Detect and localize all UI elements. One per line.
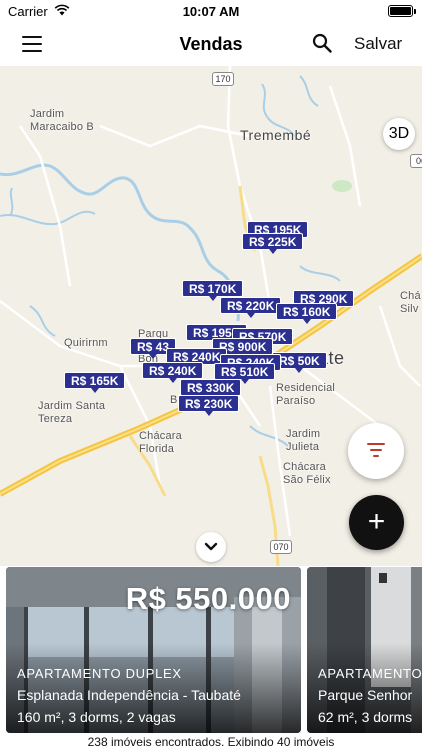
route-marker: 06 (410, 154, 422, 168)
listing-type: APARTAMENTO DUPLEX (17, 666, 182, 681)
battery-icon (388, 5, 416, 17)
price-pin[interactable]: R$ 240K (142, 362, 204, 383)
price-pin[interactable]: R$ 510K (214, 363, 276, 384)
place-label: Chácara Florida (139, 430, 182, 455)
price-pin[interactable]: R$ 170K (182, 280, 244, 301)
navigation-bar: Vendas Salvar (0, 22, 422, 66)
save-button[interactable]: Salvar (354, 34, 402, 54)
place-label: Jardim Julieta (286, 428, 321, 453)
place-label: Quirirnm (64, 337, 108, 349)
place-label: Residencial Paraíso (276, 382, 336, 407)
listing-specs: 62 m², 3 dorms (318, 709, 413, 725)
filter-button[interactable] (348, 423, 404, 479)
route-marker: 070 (270, 540, 292, 554)
place-label: Chácara São Félix (283, 461, 331, 486)
listing-carousel[interactable]: R$ 550.000 APARTAMENTO DUPLEX Esplanada … (0, 566, 422, 734)
price-pin[interactable]: R$ 160K (276, 303, 338, 324)
search-icon[interactable] (312, 33, 332, 53)
map-view[interactable]: Jardim Maracaibo B Tremembé Quirirnm Parq… (0, 66, 422, 566)
listing-card[interactable]: R$ 550.000 APARTAMENTO DUPLEX Esplanada … (6, 567, 301, 733)
listing-card[interactable]: APARTAMENTO Parque Senhor 62 m², 3 dorms (307, 567, 422, 733)
place-label: Chá Silv (400, 290, 421, 315)
expand-list-button[interactable] (196, 532, 226, 562)
price-pin[interactable]: R$ 165K (64, 372, 126, 393)
listing-type: APARTAMENTO (318, 666, 422, 681)
price-pin[interactable]: R$ 330K (180, 379, 242, 400)
results-summary: 238 imóveis encontrados. Exibindo 40 imó… (87, 735, 335, 749)
price-pin[interactable]: R$ 230K (178, 395, 240, 416)
add-button[interactable]: + (349, 495, 404, 550)
price-pin[interactable]: R$ 220K (220, 297, 282, 318)
listing-location: Esplanada Independência - Taubaté (17, 687, 241, 703)
place-label: Jardim Santa Tereza (38, 400, 106, 425)
plus-icon: + (367, 505, 386, 538)
status-bar: Carrier 10:07 AM (0, 0, 422, 22)
listing-price: R$ 550.000 (125, 581, 291, 616)
map-base (0, 66, 422, 566)
listing-location: Parque Senhor (318, 687, 413, 703)
map-3d-button[interactable]: 3D (383, 118, 415, 150)
place-label: Tremembé (240, 127, 312, 143)
listing-specs: 160 m², 3 dorms, 2 vagas (17, 709, 176, 725)
chevron-down-icon (204, 542, 218, 551)
price-pin[interactable]: R$ 225K (242, 233, 304, 254)
place-label: Jardim Maracaibo B (30, 108, 94, 133)
route-marker: 170 (212, 72, 234, 86)
clock: 10:07 AM (182, 4, 240, 19)
